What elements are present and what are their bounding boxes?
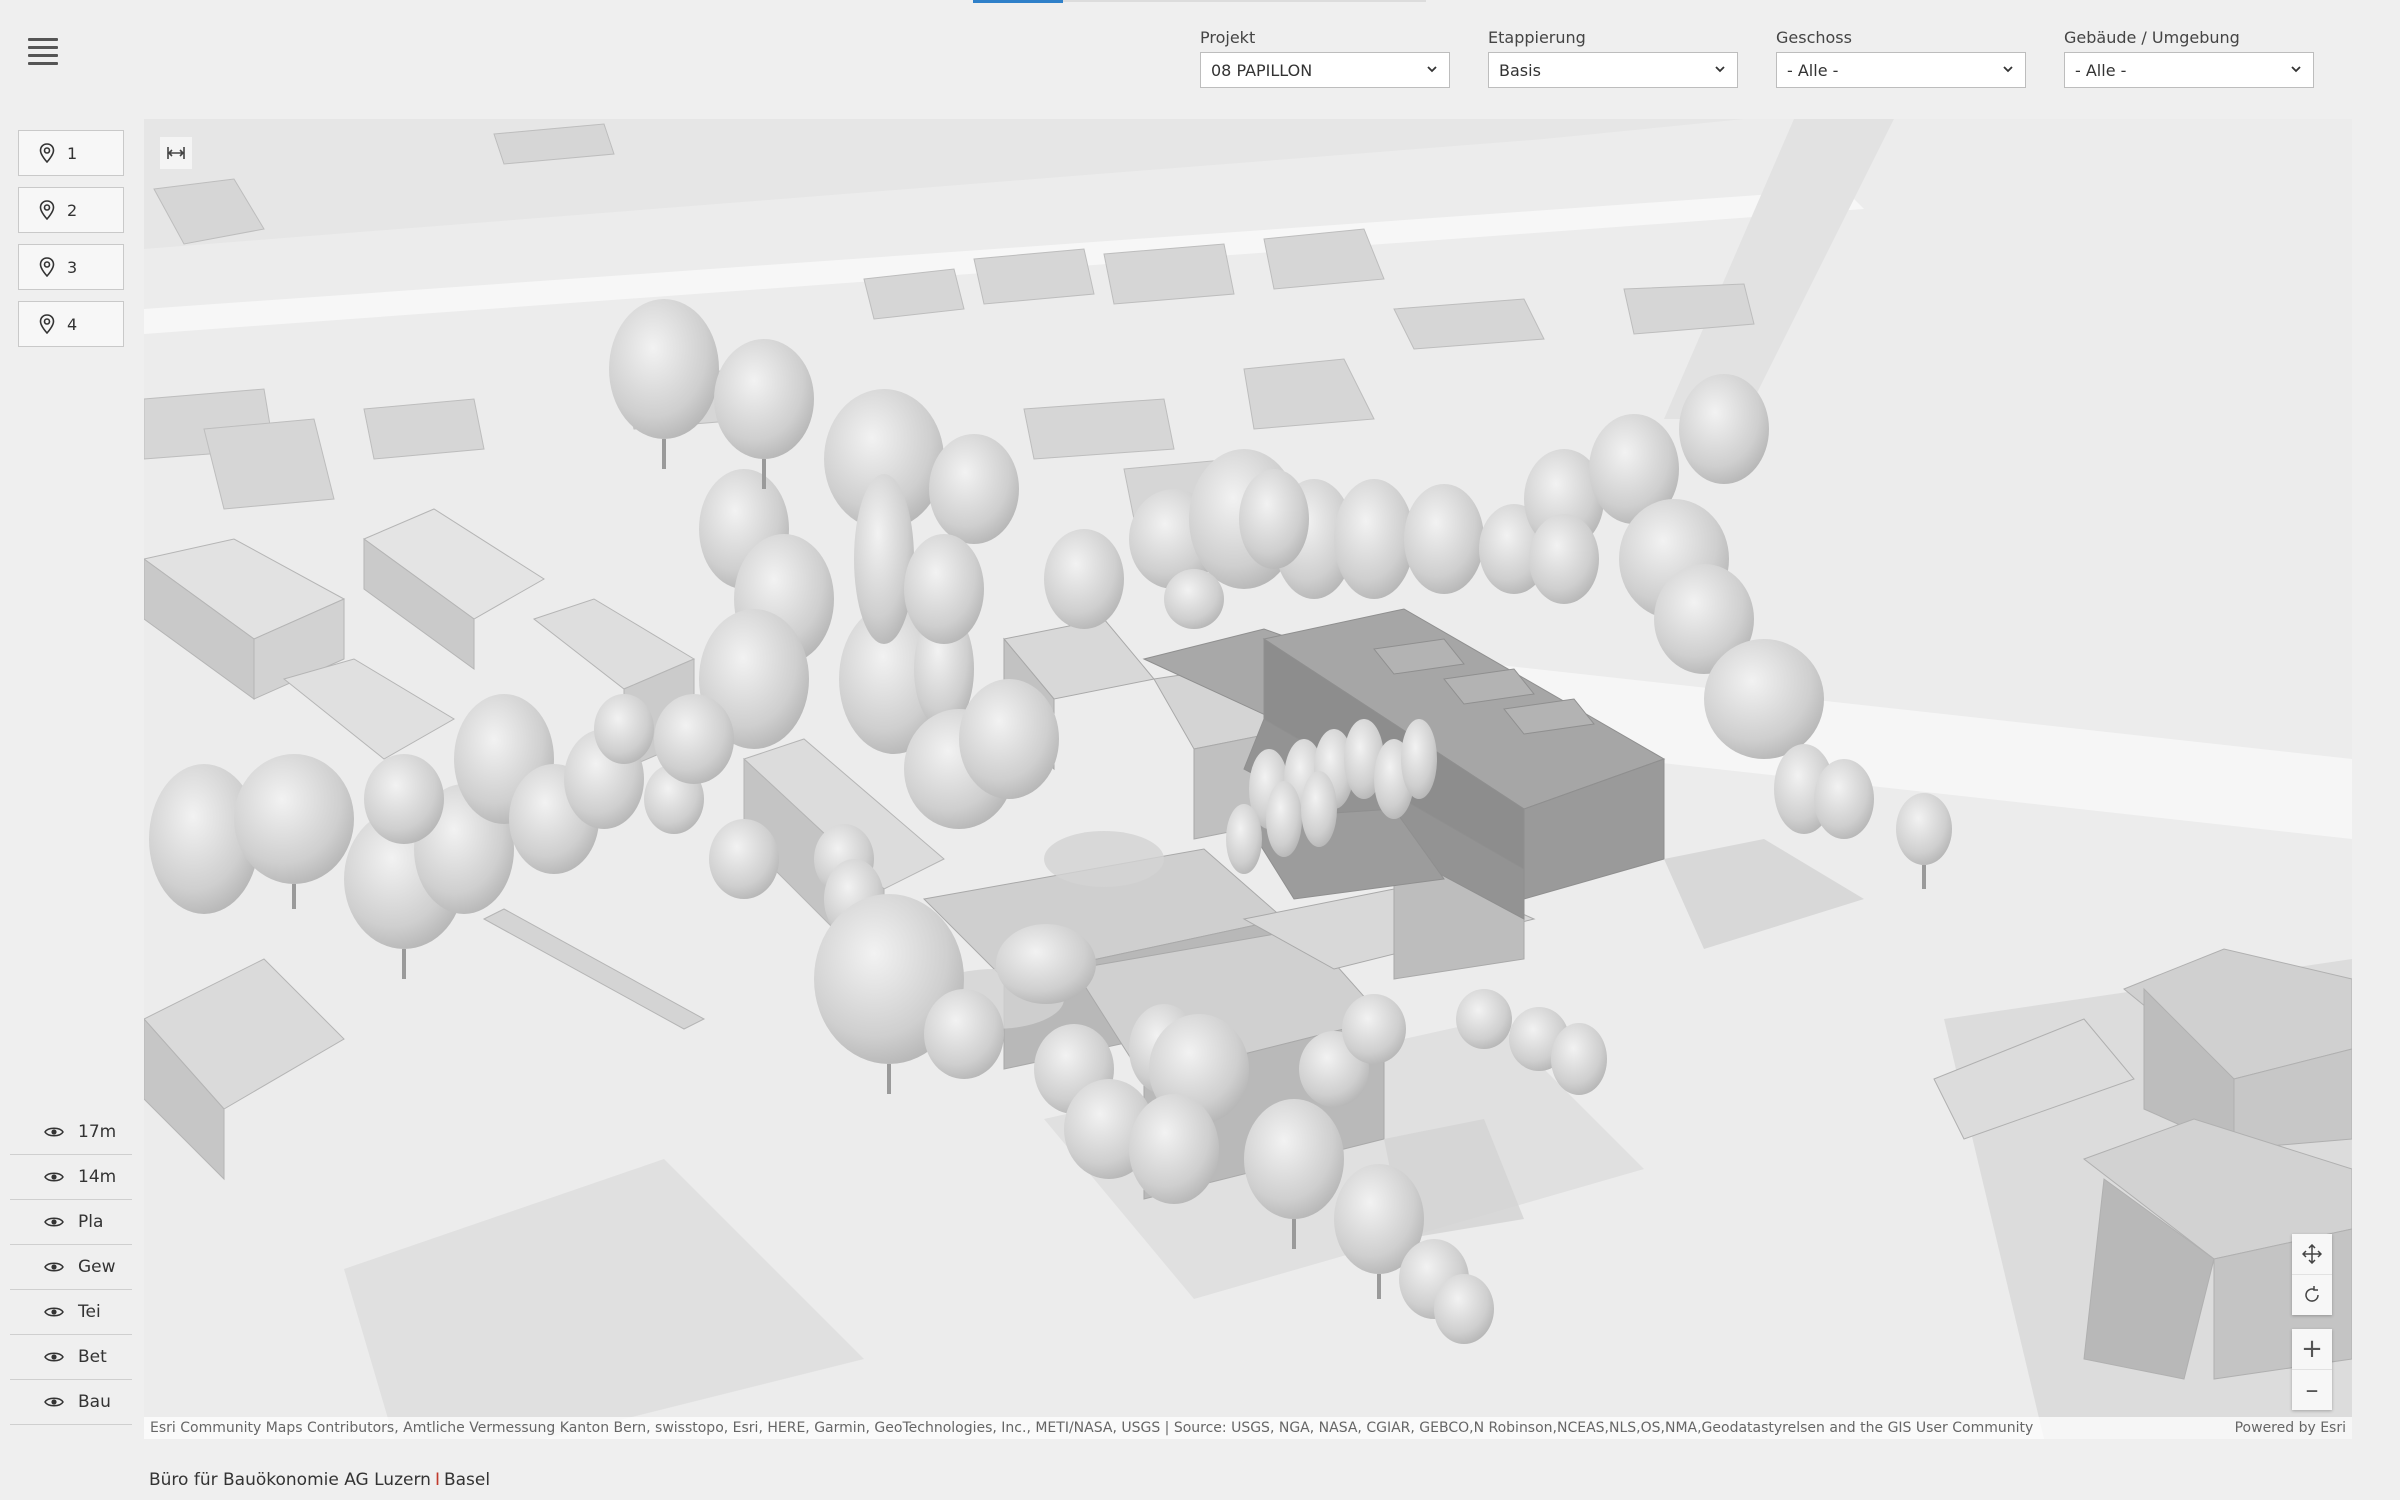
map-view[interactable]: + – Esri Community Maps Contributors, Am… <box>144 119 2352 1439</box>
bookmark-2[interactable]: 2 <box>18 187 124 233</box>
layer-toggle-bet[interactable]: Bet <box>10 1335 132 1380</box>
gebaeude-umgebung-select[interactable]: - Alle - <box>2064 52 2314 88</box>
layer-label: Gew <box>78 1257 116 1277</box>
chevron-down-icon <box>1427 66 1437 73</box>
attribution-text: Esri Community Maps Contributors, Amtlic… <box>150 1420 2034 1436</box>
footer-company: Büro für Bauökonomie AG Luzern <box>149 1470 431 1490</box>
layer-toggle-bau[interactable]: Bau <box>10 1380 132 1425</box>
etappierung-select[interactable]: Basis <box>1488 52 1738 88</box>
tab-indicator <box>973 0 1426 3</box>
layer-list: 17m 14m Pla Gew Tei Bet Bau <box>10 1110 132 1425</box>
eye-icon <box>44 1397 64 1407</box>
3d-city-scene[interactable] <box>144 119 2352 1439</box>
chevron-down-icon <box>2291 66 2301 73</box>
eye-icon <box>44 1262 64 1272</box>
powered-by-esri[interactable]: Powered by Esri <box>2235 1420 2346 1436</box>
layer-label: Bau <box>78 1392 111 1412</box>
layer-toggle-tei[interactable]: Tei <box>10 1290 132 1335</box>
bookmark-label: 2 <box>67 200 78 220</box>
expand-icon[interactable] <box>160 137 192 169</box>
projekt-select[interactable]: 08 PAPILLON <box>1200 52 1450 88</box>
select-value: 08 PAPILLON <box>1211 60 1313 80</box>
chevron-down-icon <box>1715 66 1725 73</box>
filter-label: Etappierung <box>1488 28 1586 47</box>
filter-label: Projekt <box>1200 28 1256 47</box>
geschoss-select[interactable]: - Alle - <box>1776 52 2026 88</box>
bookmark-label: 3 <box>67 257 78 277</box>
layer-label: 17m <box>78 1122 117 1142</box>
map-pin-icon <box>39 200 55 220</box>
eye-icon <box>44 1307 64 1317</box>
eye-icon <box>44 1172 64 1182</box>
bookmark-label: 1 <box>67 143 78 163</box>
filter-geschoss: Geschoss - Alle - <box>1776 28 2026 88</box>
eye-icon <box>44 1127 64 1137</box>
navigation-toggle <box>2292 1234 2332 1315</box>
filter-projekt: Projekt 08 PAPILLON <box>1200 28 1450 88</box>
layer-toggle-pla[interactable]: Pla <box>10 1200 132 1245</box>
map-pin-icon <box>39 143 55 163</box>
chevron-down-icon <box>2003 66 2013 73</box>
layer-toggle-17m[interactable]: 17m <box>10 1110 132 1155</box>
select-value: - Alle - <box>1787 60 1839 80</box>
zoom-controls: + – <box>2292 1329 2332 1410</box>
zoom-in-icon[interactable]: + <box>2292 1329 2332 1370</box>
rotate-icon[interactable] <box>2292 1275 2332 1315</box>
active-tab-indicator <box>973 0 1063 3</box>
zoom-out-icon[interactable]: – <box>2292 1370 2332 1410</box>
footer-city: Basel <box>443 1470 491 1490</box>
filter-gebaeude-umgebung: Gebäude / Umgebung - Alle - <box>2064 28 2314 88</box>
bookmark-1[interactable]: 1 <box>18 130 124 176</box>
eye-icon <box>44 1352 64 1362</box>
layer-label: Tei <box>78 1302 101 1322</box>
layer-toggle-14m[interactable]: 14m <box>10 1155 132 1200</box>
select-value: - Alle - <box>2075 60 2127 80</box>
map-pin-icon <box>39 257 55 277</box>
layer-label: Pla <box>78 1212 104 1232</box>
pan-icon[interactable] <box>2292 1234 2332 1275</box>
map-pin-icon <box>39 314 55 334</box>
bookmark-list: 1 2 3 4 <box>18 130 124 358</box>
select-value: Basis <box>1499 60 1541 80</box>
bookmark-4[interactable]: 4 <box>18 301 124 347</box>
bookmark-3[interactable]: 3 <box>18 244 124 290</box>
filter-label: Gebäude / Umgebung <box>2064 28 2240 47</box>
layer-label: Bet <box>78 1347 107 1367</box>
map-attribution: Esri Community Maps Contributors, Amtlic… <box>144 1417 2352 1439</box>
hamburger-menu-icon[interactable] <box>28 38 58 65</box>
layer-toggle-gew[interactable]: Gew <box>10 1245 132 1290</box>
bookmark-label: 4 <box>67 314 78 334</box>
eye-icon <box>44 1217 64 1227</box>
filter-etappierung: Etappierung Basis <box>1488 28 1738 88</box>
filter-label: Geschoss <box>1776 28 1852 47</box>
footer-separator: I <box>434 1470 440 1490</box>
layer-label: 14m <box>78 1167 117 1187</box>
footer: Büro für Bauökonomie AG Luzern I Basel <box>149 1470 490 1490</box>
